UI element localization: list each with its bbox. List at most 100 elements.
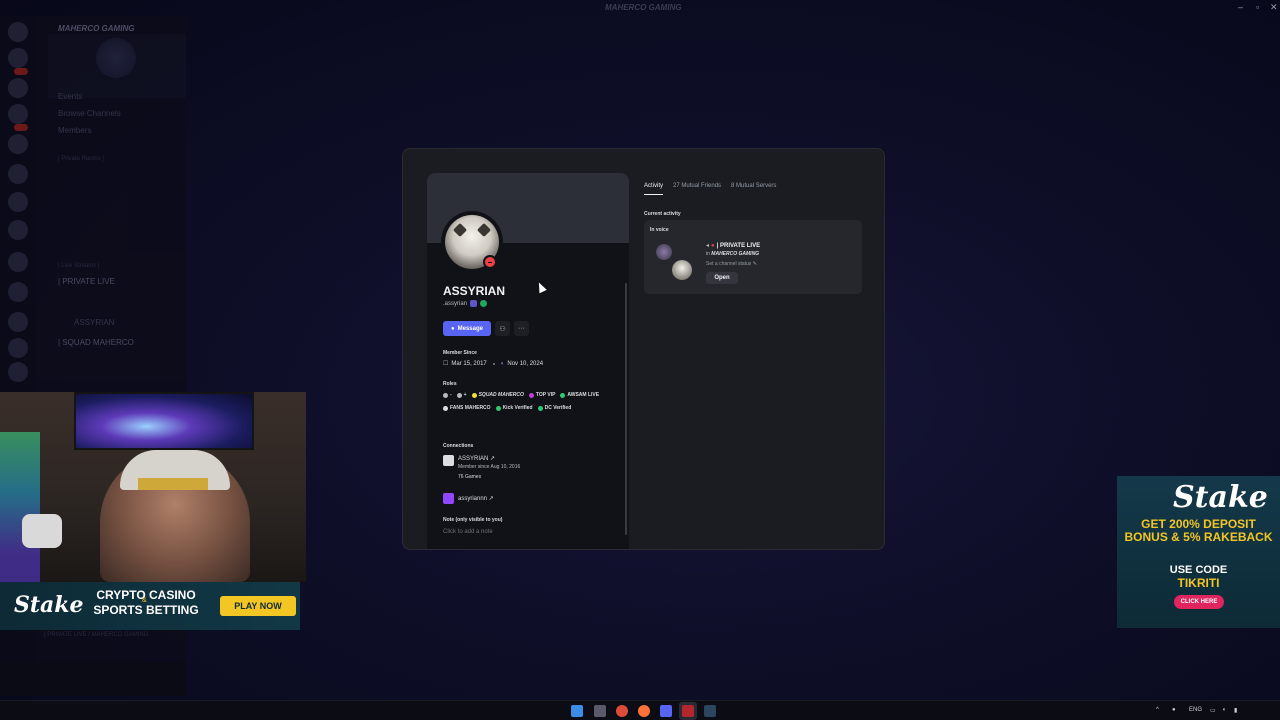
microphone [22, 514, 62, 548]
add-friend-button[interactable]: ⚇ [495, 321, 510, 336]
voice-server-name: MAHERCO GAMING [711, 251, 760, 257]
role-chip[interactable]: FANS MAHERCO [443, 403, 491, 413]
cat-ear [452, 222, 468, 238]
nitro-badge-icon[interactable] [470, 300, 478, 307]
chrome-icon[interactable] [616, 705, 628, 717]
discord-member-since: Mar 15, 2017 [451, 360, 487, 367]
add-server-icon[interactable] [8, 338, 28, 358]
connection-name[interactable]: ASSYRIAN ↗ [458, 455, 520, 462]
server-icon[interactable] [8, 282, 28, 302]
role-color-icon [456, 392, 462, 398]
role-color-icon [443, 405, 448, 411]
message-button-label: Message [457, 325, 483, 332]
stake-ad-right[interactable]: Stake GET 200% DEPOSIT BONUS & 5% RAKEBA… [1117, 476, 1280, 628]
obs-icon[interactable] [682, 705, 694, 717]
profile-tabs: Activity 27 Mutual Friends 8 Mutual Serv… [644, 183, 776, 195]
window-titlebar: MAHERCO GAMING – ▫ ✕ [0, 0, 1280, 16]
ad-promo-code: TIKRITI [1177, 576, 1220, 590]
profile-scrollbar[interactable] [625, 283, 627, 535]
twitch-icon [443, 493, 454, 504]
server-icon[interactable] [8, 252, 28, 272]
server-icon[interactable] [8, 78, 28, 98]
role-chip[interactable]: - [443, 390, 452, 400]
server-icon[interactable] [8, 104, 28, 124]
category-live-streams[interactable]: | Live Streams | [58, 263, 99, 269]
voice-user-assyrian[interactable]: ASSYRIAN [74, 318, 114, 327]
channel-squad-maherco[interactable]: | SQUAD MAHERCO [58, 338, 134, 347]
note-input[interactable]: Click to add a note [443, 529, 493, 535]
tab-mutual-friends[interactable]: 27 Mutual Friends [673, 183, 721, 195]
tab-mutual-servers[interactable]: 8 Mutual Servers [731, 183, 776, 195]
profile-panel: ASSYRIAN .assyrian ● Message ⚇ ··· Membe… [427, 173, 629, 549]
category-private-rooms[interactable]: | Private Rooms | [58, 156, 104, 162]
server-icon[interactable] [8, 312, 28, 332]
dnd-status-icon [483, 255, 497, 269]
volume-icon[interactable]: ◖ [1222, 707, 1226, 713]
nav-members[interactable]: Members [58, 126, 91, 135]
server-icon[interactable] [8, 164, 28, 184]
tab-activity[interactable]: Activity [644, 183, 664, 195]
role-chip[interactable]: + [456, 390, 467, 400]
streamer-headband [138, 478, 208, 490]
role-chip[interactable]: Kick Verified [495, 403, 533, 413]
file-explorer-icon[interactable] [594, 705, 606, 717]
voice-channel-label: | PRIVATE LIVE [716, 242, 761, 249]
connection-name[interactable]: assyriannn ↗ [458, 495, 494, 502]
server-icon[interactable] [8, 134, 28, 154]
language-indicator[interactable]: ENG [1189, 707, 1202, 713]
mic-icon[interactable]: ● [1172, 707, 1176, 713]
tv-screen [74, 392, 254, 450]
role-color-icon [495, 405, 501, 411]
window-title: MAHERCO GAMING [605, 3, 682, 12]
role-color-icon [443, 392, 448, 398]
role-chip[interactable]: SQUAD MAHERCO [471, 390, 524, 400]
stake-ad-bottom[interactable]: Stake CRYPTO CASINO SPORTS BETTING & PLA… [0, 582, 300, 630]
message-button[interactable]: ● Message [443, 321, 491, 336]
voice-server-line: in MAHERCO GAMING [706, 251, 759, 257]
channel-status[interactable]: Set a channel status ✎ [706, 261, 757, 267]
steam-icon [443, 455, 454, 466]
server-icon[interactable] [8, 48, 28, 68]
role-chip[interactable]: TOP VIP [528, 390, 555, 400]
server-name[interactable]: MAHERCO GAMING [58, 24, 134, 33]
rgb-lights [0, 432, 40, 582]
maximize-icon[interactable]: ▫ [1256, 2, 1259, 12]
more-button[interactable]: ··· [514, 321, 529, 336]
role-color-icon [537, 405, 543, 411]
roles-list: - + SQUAD MAHERCO TOP VIP AWSAM LIVE FANS MAH… [443, 390, 627, 413]
firefox-icon[interactable] [638, 705, 650, 717]
role-chip[interactable]: DC Verified [537, 403, 571, 413]
user-icon: ⚇ [499, 325, 506, 333]
activity-card: In voice ◂ ● | PRIVATE LIVE in MAHERCO G… [644, 220, 862, 294]
profile-actions: ● Message ⚇ ··· [443, 321, 529, 336]
close-icon[interactable]: ✕ [1270, 2, 1278, 13]
webcam-overlay [0, 392, 306, 582]
role-name: AWSAM LIVE [567, 392, 600, 398]
nav-events[interactable]: Events [58, 92, 82, 101]
steam-taskbar-icon[interactable] [704, 705, 716, 717]
minimize-icon[interactable]: – [1238, 2, 1243, 12]
start-icon[interactable] [571, 705, 583, 717]
server-icon[interactable] [8, 22, 28, 42]
open-button[interactable]: Open [706, 272, 738, 284]
cat-ear [476, 222, 492, 238]
explore-icon[interactable] [8, 362, 28, 382]
connections-label: Connections [443, 443, 474, 449]
discord-logo-icon: ☐ [443, 361, 449, 367]
role-name: FANS MAHERCO [450, 405, 491, 411]
connection-twitch[interactable]: assyriannn ↗ [443, 493, 494, 504]
battery-icon[interactable]: ▮ [1234, 707, 1237, 714]
connection-steam[interactable]: ASSYRIAN ↗ Member since Aug 10, 2016 76 … [443, 455, 520, 480]
chevron-up-icon[interactable]: ^ [1156, 707, 1159, 713]
server-icon[interactable] [8, 220, 28, 240]
network-icon[interactable]: ▭ [1210, 707, 1216, 714]
role-chip[interactable]: AWSAM LIVE [560, 390, 599, 400]
discord-icon[interactable] [660, 705, 672, 717]
server-icon[interactable] [8, 192, 28, 212]
play-now-button[interactable]: PLAY NOW [220, 596, 296, 616]
server-banner [48, 34, 186, 98]
quest-badge-icon[interactable] [480, 300, 488, 307]
channel-private-live[interactable]: | PRIVATE LIVE [58, 277, 115, 286]
click-here-button[interactable]: CLICK HERE [1174, 595, 1224, 609]
nav-browse-channels[interactable]: Browse Channels [58, 109, 121, 118]
